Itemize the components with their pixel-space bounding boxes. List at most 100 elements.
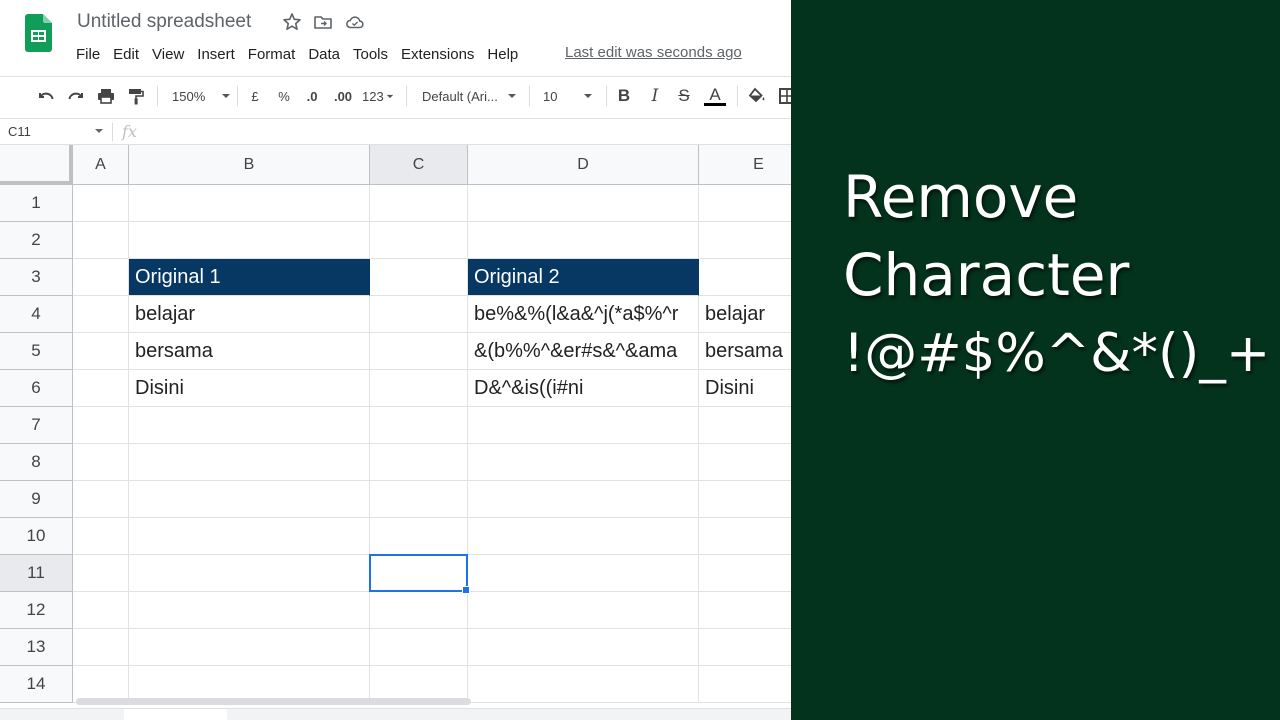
cell-c10[interactable] (370, 518, 468, 555)
cell-b4[interactable]: belajar (129, 296, 370, 333)
cell-e3[interactable] (699, 259, 791, 296)
redo-button[interactable] (66, 85, 86, 107)
column-header-b[interactable]: B (129, 145, 370, 185)
horizontal-scrollbar[interactable] (73, 697, 791, 706)
name-box[interactable]: C11 (8, 124, 31, 139)
row-header-14[interactable]: 14 (0, 666, 73, 703)
cell-d13[interactable] (468, 629, 699, 666)
select-all-corner[interactable] (0, 145, 73, 185)
cell-a10[interactable] (73, 518, 129, 555)
bold-button[interactable]: B (615, 85, 633, 107)
cloud-saved-icon[interactable] (345, 12, 365, 32)
format-currency-button[interactable]: £ (248, 85, 262, 107)
cell-b8[interactable] (129, 444, 370, 481)
cell-c5[interactable] (370, 333, 468, 370)
row-header-3[interactable]: 3 (0, 259, 73, 296)
row-header-7[interactable]: 7 (0, 407, 73, 444)
menu-format[interactable]: Format (248, 46, 296, 63)
menu-view[interactable]: View (152, 46, 184, 63)
text-color-button[interactable]: A (704, 85, 726, 107)
cell-c8[interactable] (370, 444, 468, 481)
cell-e9[interactable] (699, 481, 791, 518)
cell-c2[interactable] (370, 222, 468, 259)
cell-b9[interactable] (129, 481, 370, 518)
cell-e12[interactable] (699, 592, 791, 629)
row-header-1[interactable]: 1 (0, 185, 73, 222)
cell-c9[interactable] (370, 481, 468, 518)
column-header-c[interactable]: C (370, 145, 468, 185)
cell-e1[interactable] (699, 185, 791, 222)
cell-b2[interactable] (129, 222, 370, 259)
cell-a6[interactable] (73, 370, 129, 407)
cell-b10[interactable] (129, 518, 370, 555)
row-header-10[interactable]: 10 (0, 518, 73, 555)
menu-extensions[interactable]: Extensions (401, 46, 474, 63)
cell-a12[interactable] (73, 592, 129, 629)
cell-b1[interactable] (129, 185, 370, 222)
star-icon[interactable] (282, 12, 302, 32)
cell-c3[interactable] (370, 259, 468, 296)
cell-a11[interactable] (73, 555, 129, 592)
chevron-down-icon[interactable] (95, 129, 103, 133)
cell-c1[interactable] (370, 185, 468, 222)
cell-a1[interactable] (73, 185, 129, 222)
menu-file[interactable]: File (76, 46, 100, 63)
document-title[interactable]: Untitled spreadsheet (77, 11, 251, 33)
cell-b11[interactable] (129, 555, 370, 592)
cell-a5[interactable] (73, 333, 129, 370)
row-header-6[interactable]: 6 (0, 370, 73, 407)
cell-d4[interactable]: be%&%(l&a&^j(*a$%^r (468, 296, 699, 333)
cell-d9[interactable] (468, 481, 699, 518)
column-header-a[interactable]: A (73, 145, 129, 185)
cell-b5[interactable]: bersama (129, 333, 370, 370)
cell-d6[interactable]: D&^&is((i#ni (468, 370, 699, 407)
last-edit-link[interactable]: Last edit was seconds ago (565, 44, 742, 61)
cell-e6[interactable]: Disini (699, 370, 791, 407)
paint-format-button[interactable] (126, 85, 146, 107)
cell-e4[interactable]: belajar (699, 296, 791, 333)
italic-button[interactable]: I (646, 85, 664, 107)
row-header-4[interactable]: 4 (0, 296, 73, 333)
cell-e13[interactable] (699, 629, 791, 666)
strikethrough-button[interactable]: S (675, 85, 693, 107)
row-header-8[interactable]: 8 (0, 444, 73, 481)
decrease-decimal-button[interactable]: .0 (302, 85, 322, 107)
fill-color-button[interactable] (747, 85, 767, 107)
print-button[interactable] (96, 85, 116, 107)
cell-d12[interactable] (468, 592, 699, 629)
cell-c12[interactable] (370, 592, 468, 629)
cell-c13[interactable] (370, 629, 468, 666)
active-cell-selection[interactable] (369, 554, 470, 594)
row-header-11[interactable]: 11 (0, 555, 73, 592)
cell-a2[interactable] (73, 222, 129, 259)
cell-c7[interactable] (370, 407, 468, 444)
sheet-tab[interactable] (124, 709, 227, 720)
cell-d10[interactable] (468, 518, 699, 555)
cell-d1[interactable] (468, 185, 699, 222)
cell-e11[interactable] (699, 555, 791, 592)
cell-d2[interactable] (468, 222, 699, 259)
cell-d8[interactable] (468, 444, 699, 481)
cell-a9[interactable] (73, 481, 129, 518)
cell-b12[interactable] (129, 592, 370, 629)
cell-a7[interactable] (73, 407, 129, 444)
zoom-select[interactable]: 150% (172, 85, 232, 107)
cell-b13[interactable] (129, 629, 370, 666)
menu-insert[interactable]: Insert (197, 46, 235, 63)
sheet-grid[interactable]: ABCDE 1 2 3 4 5 6 7 8 9 10 11 12 13 14 Original 1 Orig… (0, 145, 791, 705)
row-header-9[interactable]: 9 (0, 481, 73, 518)
menu-help[interactable]: Help (487, 46, 518, 63)
cell-e5[interactable]: bersama (699, 333, 791, 370)
scrollbar-thumb[interactable] (76, 698, 471, 705)
move-to-folder-icon[interactable] (313, 12, 333, 32)
column-header-d[interactable]: D (468, 145, 699, 185)
menu-edit[interactable]: Edit (113, 46, 139, 63)
column-header-e[interactable]: E (699, 145, 791, 185)
more-formats-button[interactable]: 123 (362, 85, 396, 107)
cell-d7[interactable] (468, 407, 699, 444)
increase-decimal-button[interactable]: .00 (331, 85, 355, 107)
font-family-select[interactable]: Default (Ari... (422, 85, 518, 107)
menu-tools[interactable]: Tools (353, 46, 388, 63)
row-header-13[interactable]: 13 (0, 629, 73, 666)
row-header-5[interactable]: 5 (0, 333, 73, 370)
